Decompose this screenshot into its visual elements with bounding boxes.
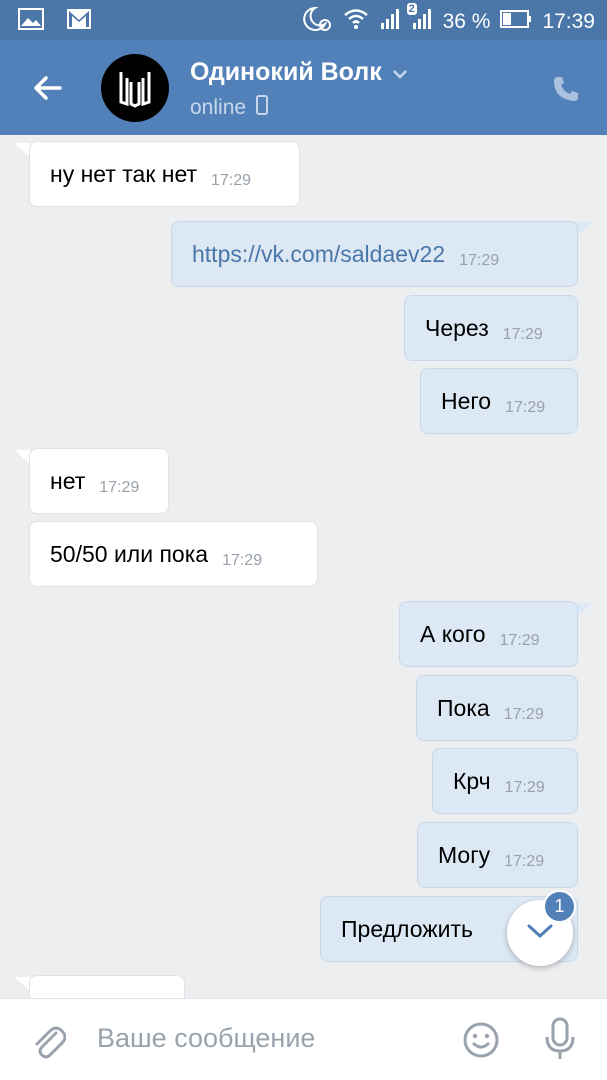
- message-input[interactable]: Ваше сообщение: [97, 1023, 315, 1054]
- message-outgoing[interactable]: https://vk.com/saldaev22 17:29: [171, 221, 578, 287]
- microphone-icon[interactable]: [544, 1017, 576, 1061]
- message-text: нет: [50, 467, 86, 494]
- message-link[interactable]: https://vk.com/saldaev22: [192, 241, 445, 268]
- alarm-moon-icon: [302, 6, 333, 38]
- message-text: Могу: [438, 841, 491, 868]
- contact-status: online: [190, 95, 269, 121]
- bubble-tail: [577, 222, 593, 236]
- chevron-down-icon: [392, 58, 408, 87]
- paperclip-icon[interactable]: [30, 1021, 67, 1061]
- gallery-icon: [18, 8, 44, 35]
- status-bar: 2 36 % 17:39: [0, 0, 607, 40]
- chat-header: Одинокий Волк online: [0, 40, 607, 135]
- smile-icon[interactable]: [462, 1021, 500, 1059]
- unread-badge: 1: [543, 890, 576, 923]
- message-text: ну нет так нет: [50, 160, 198, 187]
- message-outgoing[interactable]: А кого 17:29: [399, 601, 578, 667]
- battery-percent: 36 %: [442, 10, 491, 33]
- composer: Ваше сообщение: [0, 998, 607, 1080]
- message-time: 17:29: [505, 399, 546, 416]
- message-text: Пока: [437, 694, 490, 721]
- message-outgoing[interactable]: Могу 17:29: [417, 822, 578, 888]
- battery-icon: [500, 9, 532, 35]
- message-time: 17:29: [459, 252, 500, 269]
- bubble-tail: [14, 977, 30, 991]
- wifi-icon: [343, 8, 369, 36]
- message-outgoing[interactable]: Крч 17:29: [432, 748, 578, 814]
- bubble-tail: [577, 603, 593, 617]
- avatar[interactable]: [101, 54, 169, 122]
- message-text: Предложить: [341, 915, 473, 942]
- clock: 17:39: [542, 10, 595, 33]
- message-text: 50/50 или пока: [50, 540, 209, 567]
- contact-name-text: Одинокий Волк: [190, 58, 382, 86]
- status-text: online: [190, 96, 247, 119]
- message-time: 17:29: [499, 632, 540, 649]
- message-time: 17:29: [504, 779, 545, 796]
- message-time: 17:29: [503, 706, 544, 723]
- chevron-down-icon: [526, 922, 554, 945]
- message-outgoing[interactable]: Него 17:29: [420, 368, 578, 434]
- message-incoming[interactable]: 50/50 или пока 17:29: [29, 521, 318, 587]
- message-outgoing[interactable]: Пока 17:29: [416, 675, 578, 741]
- signal-1-icon: [379, 7, 401, 37]
- message-incoming[interactable]: нет 17:29: [29, 448, 169, 514]
- message-text: Крч: [453, 767, 491, 794]
- signal-2-icon: 2: [406, 3, 433, 37]
- bubble-tail: [14, 450, 30, 464]
- bubble-tail: [14, 143, 30, 157]
- message-time: 17:29: [222, 552, 263, 569]
- message-time: 17:29: [502, 326, 543, 343]
- sim-badge: 2: [406, 3, 417, 15]
- phone-call-icon[interactable]: [551, 74, 581, 104]
- mobile-icon: [256, 95, 269, 121]
- gmail-icon: [66, 8, 92, 35]
- message-incoming-partial[interactable]: [29, 975, 185, 998]
- message-list[interactable]: ну нет так нет 17:29 https://vk.com/sald…: [0, 135, 607, 998]
- message-time: 17:29: [99, 479, 140, 496]
- message-text: А кого: [420, 620, 486, 647]
- back-arrow-icon[interactable]: [30, 70, 66, 106]
- message-time: 17:29: [504, 853, 545, 870]
- contact-name[interactable]: Одинокий Волк: [190, 58, 408, 87]
- message-time: 17:29: [211, 172, 252, 189]
- message-outgoing[interactable]: Через 17:29: [404, 295, 578, 361]
- message-incoming[interactable]: ну нет так нет 17:29: [29, 141, 300, 207]
- message-text: Через: [425, 314, 489, 341]
- message-text: Него: [441, 387, 492, 414]
